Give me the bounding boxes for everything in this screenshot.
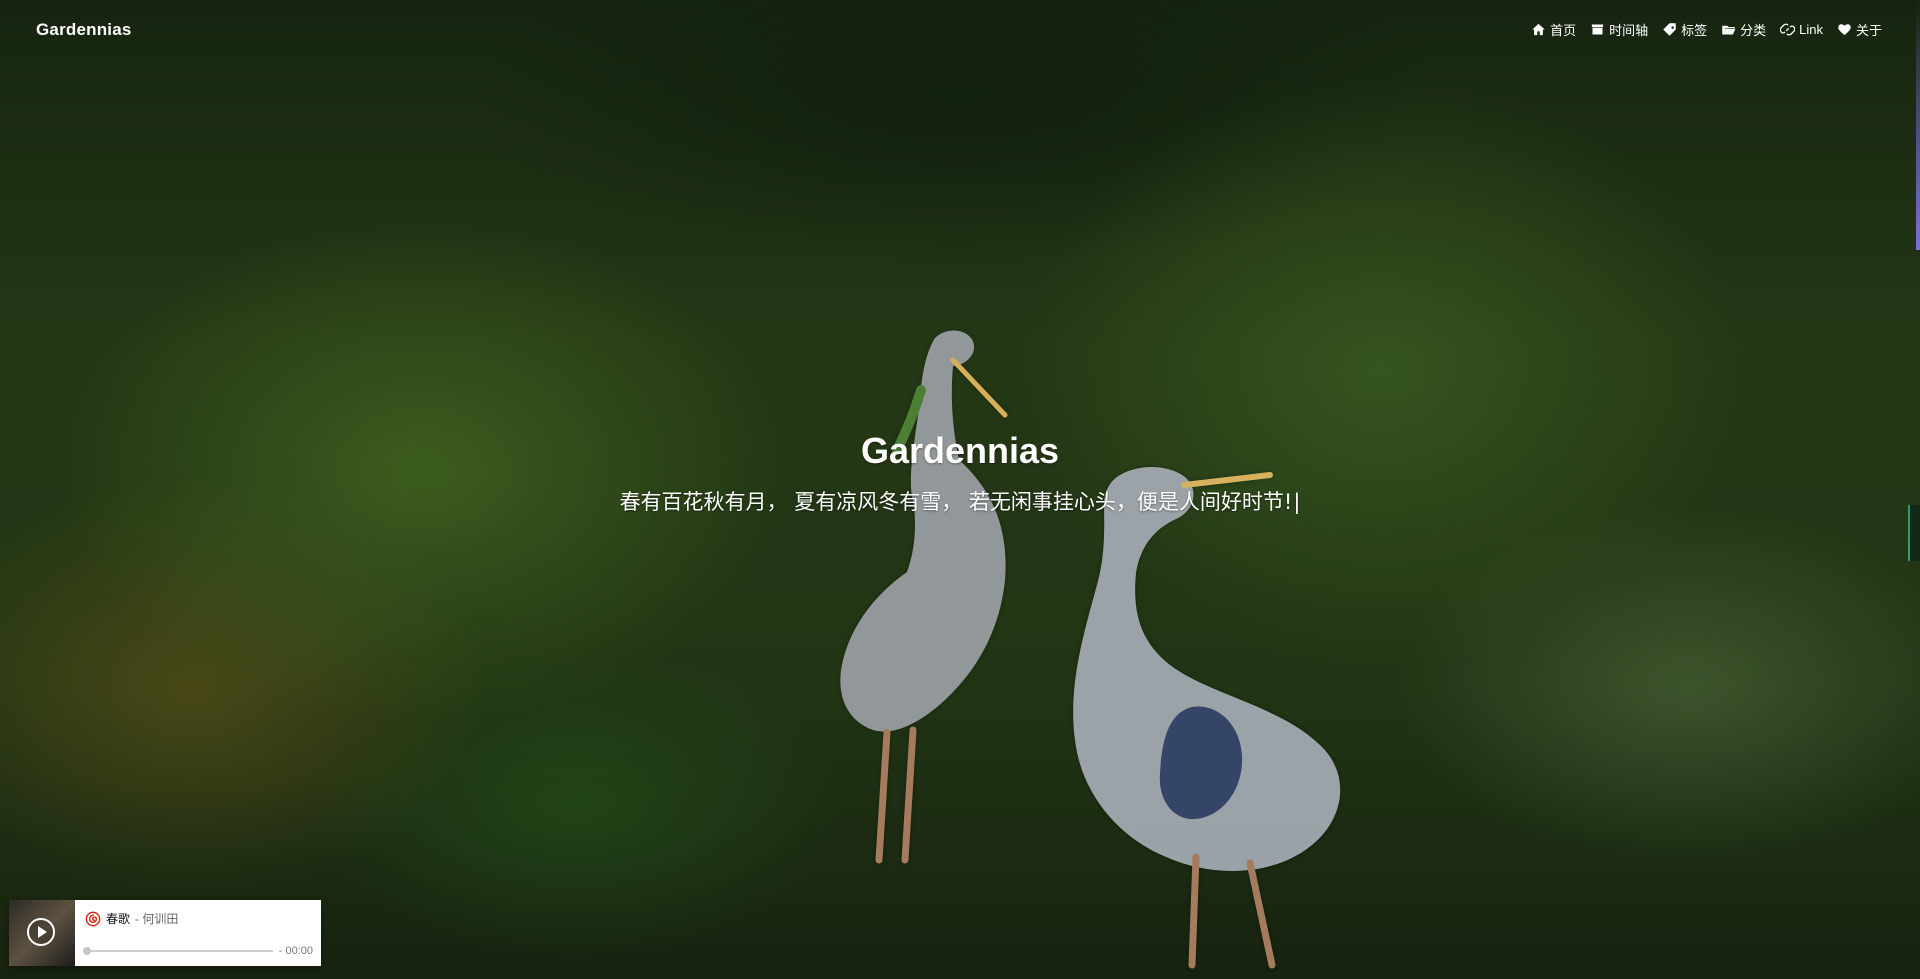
nav-about[interactable]: 关于 xyxy=(1837,20,1882,39)
time-display: - 00:00 xyxy=(278,945,313,957)
song-artist: - 何训田 xyxy=(135,910,178,927)
progress-knob[interactable] xyxy=(83,947,91,955)
hero-subtitle-text: 春有百花秋有月， 夏有凉风冬有雪， 若无闲事挂心头，便是人间好时节! xyxy=(619,490,1293,514)
nav-tags[interactable]: 标签 xyxy=(1662,20,1707,39)
album-cover xyxy=(9,900,75,966)
heart-icon xyxy=(1838,24,1851,36)
tags-icon xyxy=(1663,23,1676,36)
nav-home[interactable]: 首页 xyxy=(1531,20,1576,39)
player-info: 春歌 - 何训田 - 00:00 xyxy=(75,900,321,966)
nav-link-label: Link xyxy=(1799,22,1823,37)
typing-caret: | xyxy=(1293,490,1301,514)
hero-subtitle: 春有百花秋有月， 夏有凉风冬有雪， 若无闲事挂心头，便是人间好时节!| xyxy=(0,486,1920,516)
song-title: 春歌 xyxy=(106,912,131,926)
hero-title: Gardennias xyxy=(860,430,1060,471)
site-brand-link[interactable]: Gardennias xyxy=(36,20,132,40)
main-nav: 首页 时间轴 标签 分类 Link 关于 xyxy=(1531,20,1882,39)
nav-categories-label: 分类 xyxy=(1740,23,1767,38)
top-navigation-bar: Gardennias 首页 时间轴 标签 分类 Link 关于 xyxy=(0,0,1920,62)
nav-about-label: 关于 xyxy=(1855,23,1882,38)
page: Gardennias 首页 时间轴 标签 分类 Link 关于 Gardenni… xyxy=(0,0,1920,979)
progress-bar[interactable] xyxy=(83,947,273,955)
nav-link[interactable]: Link xyxy=(1780,22,1823,37)
nav-tags-label: 标签 xyxy=(1681,23,1708,38)
nav-timeline-label: 时间轴 xyxy=(1609,23,1649,38)
link-icon xyxy=(1780,23,1796,36)
right-side-tab[interactable] xyxy=(1908,505,1920,561)
song-artist-name: 何训田 xyxy=(142,912,179,926)
archive-icon xyxy=(1591,24,1604,35)
nav-home-label: 首页 xyxy=(1550,23,1577,38)
play-button[interactable] xyxy=(27,918,55,946)
netease-music-icon xyxy=(85,911,101,926)
music-player: 春歌 - 何训田 - 00:00 xyxy=(9,900,321,966)
progress-row: - 00:00 xyxy=(83,945,313,957)
folder-open-icon xyxy=(1722,25,1736,35)
heron-right-image xyxy=(1073,466,1341,969)
home-icon xyxy=(1532,23,1545,36)
nav-categories[interactable]: 分类 xyxy=(1721,20,1766,39)
track-info: 春歌 - 何训田 xyxy=(85,910,311,927)
nav-timeline[interactable]: 时间轴 xyxy=(1590,20,1648,39)
